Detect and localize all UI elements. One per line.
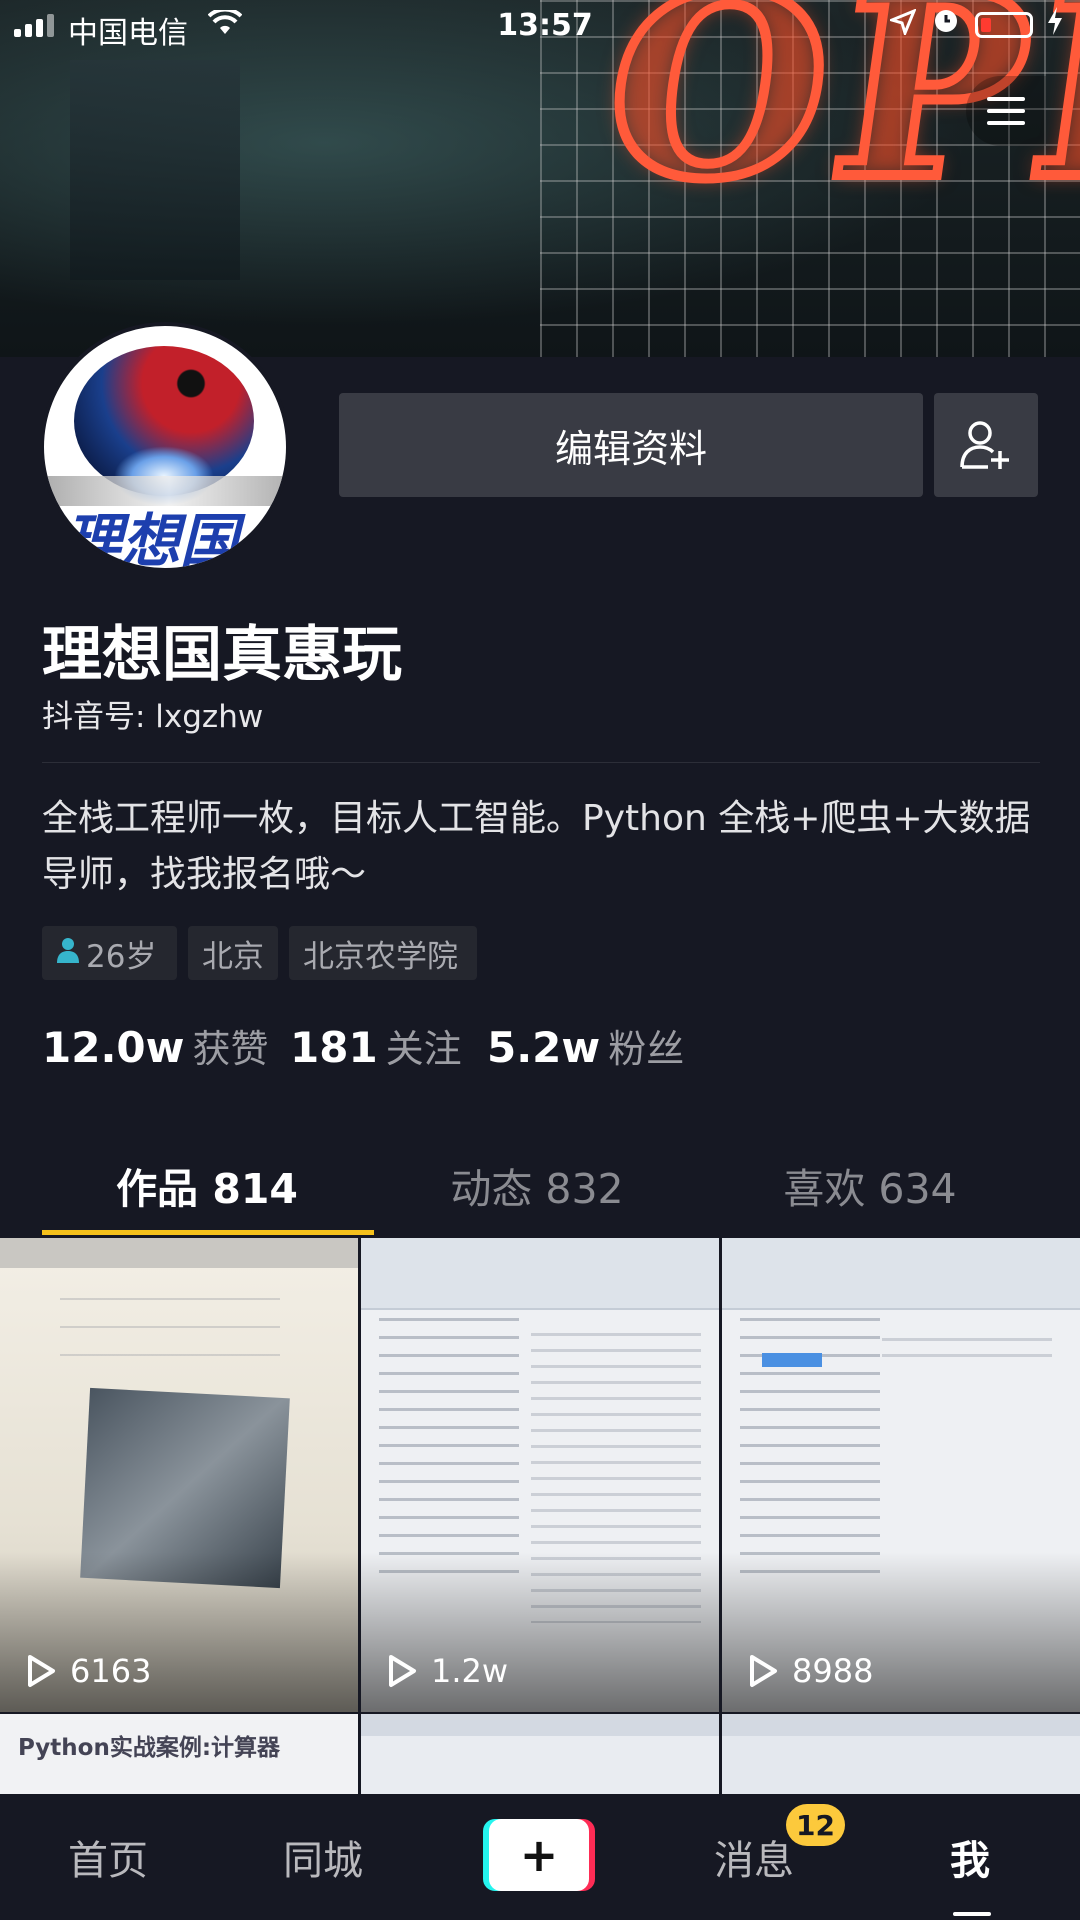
add-friend-button[interactable] [934, 393, 1038, 497]
play-count-text: 8988 [792, 1652, 874, 1690]
tab-likes[interactable]: 喜欢 634 [705, 1155, 1035, 1215]
play-icon [28, 1655, 55, 1687]
nav-me[interactable]: 我 [950, 1828, 990, 1886]
video-thumbnail-image [722, 1714, 1080, 1736]
play-icon [389, 1655, 416, 1687]
video-thumbnail[interactable]: 6163 [0, 1238, 358, 1712]
douyin-id[interactable]: 抖音号: lxgzhw [42, 691, 263, 736]
stat-likes[interactable]: 12.0w 获赞 [42, 1018, 268, 1073]
stat-following-count: 181 [290, 1023, 378, 1072]
video-thumbnail[interactable]: Python实战案例:计算器 [0, 1714, 358, 1794]
stat-likes-label: 获赞 [192, 1027, 269, 1071]
video-play-count: 6163 [26, 1652, 151, 1690]
tab-works[interactable]: 作品 814 [42, 1155, 372, 1215]
bio: 全栈工程师一枚，目标人工智能。Python 全栈+爬虫+大数据导师，找我报名哦～ [42, 798, 1031, 895]
play-count-text: 1.2w [431, 1652, 509, 1690]
avatar-logo-text: 理想国 [64, 507, 239, 572]
location-icon [887, 8, 917, 43]
play-icon [750, 1655, 777, 1687]
plus-icon: + [489, 1819, 589, 1891]
video-play-count: 8988 [748, 1652, 873, 1690]
tab-dynamics[interactable]: 动态 832 [372, 1155, 702, 1215]
tag-city: 北京 [188, 926, 278, 980]
battery-low-icon [975, 12, 1033, 38]
stat-following-label: 关注 [385, 1027, 462, 1071]
tag-age-label: 26岁 [86, 938, 157, 975]
video-thumbnail[interactable]: 1.2w [361, 1238, 719, 1712]
cover-background-window [70, 60, 240, 280]
tab-active-indicator [42, 1230, 374, 1235]
status-bar: 中国电信 13:57 [0, 0, 1080, 54]
stat-fans[interactable]: 5.2w 粉丝 [487, 1018, 684, 1073]
tag-age: 26岁 [42, 926, 177, 980]
active-nav-indicator [953, 1912, 991, 1916]
nav-city[interactable]: 同城 [283, 1828, 363, 1886]
add-friend-icon [960, 421, 1009, 469]
person-icon [56, 937, 80, 970]
stat-likes-count: 12.0w [42, 1023, 185, 1072]
messages-badge: 12 [786, 1804, 845, 1846]
avatar[interactable]: 理想国 [40, 322, 290, 572]
nav-messages[interactable]: 消息 [714, 1828, 794, 1886]
divider [42, 762, 1040, 763]
username: 理想国真惠玩 [42, 620, 402, 690]
video-thumbnail[interactable] [361, 1714, 719, 1794]
alarm-icon [932, 6, 960, 42]
edit-profile-button[interactable]: 编辑资料 [339, 393, 923, 497]
status-time: 13:57 [497, 8, 593, 43]
stat-fans-count: 5.2w [487, 1023, 601, 1072]
stat-following[interactable]: 181 关注 [290, 1018, 462, 1073]
create-video-button[interactable]: + [483, 1819, 595, 1891]
charging-icon [1046, 6, 1064, 44]
video-thumbnail-image [361, 1714, 719, 1736]
hamburger-menu-icon[interactable] [966, 76, 1046, 146]
video-play-count: 1.2w [387, 1652, 508, 1690]
bottom-nav: 首页 同城 + 消息 12 我 [0, 1794, 1080, 1920]
video-thumbnail[interactable]: 8988 [722, 1238, 1080, 1712]
nav-home[interactable]: 首页 [68, 1828, 148, 1886]
video-thumbnail-title: Python实战案例:计算器 [18, 1735, 281, 1761]
play-count-text: 6163 [70, 1652, 152, 1690]
video-thumbnail[interactable] [722, 1714, 1080, 1794]
tag-school: 北京农学院 [289, 926, 477, 980]
stat-fans-label: 粉丝 [608, 1027, 685, 1071]
